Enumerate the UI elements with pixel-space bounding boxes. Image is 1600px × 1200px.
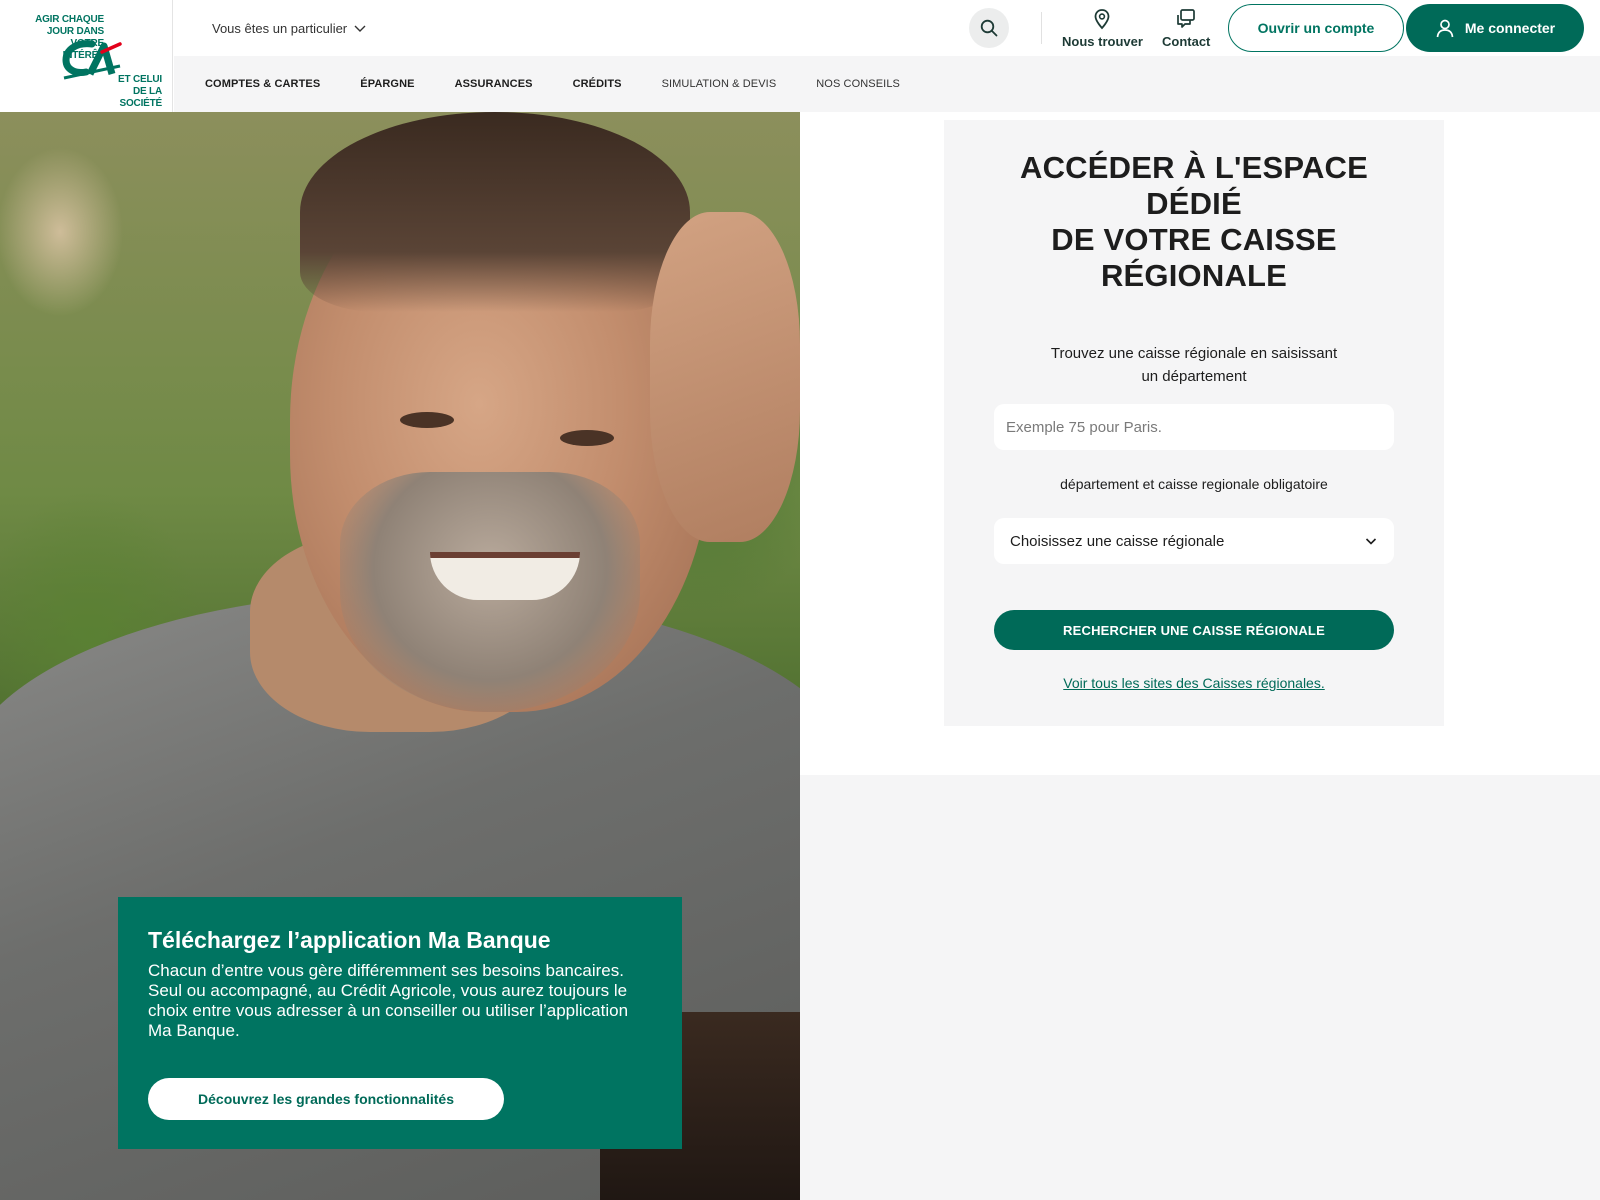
discover-features-button[interactable]: Découvrez les grandes fonctionnalités: [148, 1078, 504, 1120]
hero-person-hair: [300, 112, 690, 312]
hero-person-eye-right: [560, 430, 614, 446]
chevron-down-icon: [354, 25, 366, 32]
hero-person-hand: [650, 212, 800, 542]
search-regional-bank-button[interactable]: RECHERCHER UNE CAISSE RÉGIONALE: [994, 610, 1394, 650]
promo-text: Chacun d’entre vous gère différemment se…: [148, 961, 629, 1040]
chat-icon: [1177, 9, 1196, 28]
brand-logo[interactable]: AGIR CHAQUE JOUR DANS VOTRE INTÉRÊT ET C…: [0, 0, 173, 112]
chevron-down-icon: [1365, 538, 1377, 545]
required-note: département et caisse regionale obligato…: [1060, 476, 1328, 492]
nav-item-assurances[interactable]: ASSURANCES: [455, 78, 533, 90]
profile-switch-dropdown[interactable]: Vous êtes un particulier: [212, 18, 367, 38]
promo-title: Téléchargez l’application Ma Banque: [148, 927, 551, 953]
nav-item-epargne[interactable]: ÉPARGNE: [360, 78, 414, 90]
login-label: Me connecter: [1464, 20, 1556, 36]
open-account-button[interactable]: Ouvrir un compte: [1228, 4, 1404, 52]
app-promo-card: Téléchargez l’application Ma Banque Chac…: [118, 897, 682, 1149]
contact-link[interactable]: Contact: [1162, 8, 1210, 49]
nav-item-simulation-devis[interactable]: SIMULATION & DEVIS: [662, 78, 777, 90]
hero-person-eye-left: [400, 412, 454, 428]
user-icon: [1436, 19, 1454, 38]
login-button[interactable]: Me connecter: [1406, 4, 1584, 52]
logo-tagline-bottom: ET CELUI DE LA SOCIÉTÉ: [118, 74, 162, 109]
find-agency-link[interactable]: Nous trouver: [1062, 8, 1143, 49]
find-agency-label: Nous trouver: [1062, 34, 1143, 49]
main-nav: COMPTES & CARTES ÉPARGNE ASSURANCES CRÉD…: [174, 56, 1600, 112]
location-pin-icon: [1095, 9, 1110, 30]
profile-switch-label: Vous êtes un particulier: [212, 20, 348, 36]
finder-title: ACCÉDER À L'ESPACE DÉDIÉ DE VOTRE CAISSE…: [1020, 150, 1368, 293]
lower-panel-background: [800, 775, 1600, 1200]
finder-subtitle: Trouvez une caisse régionale en saisissa…: [1050, 345, 1338, 385]
search-button[interactable]: [969, 8, 1009, 48]
regional-bank-select-value: Choisissez une caisse régionale: [1010, 532, 1225, 550]
search-icon: [980, 19, 998, 37]
nav-item-nos-conseils[interactable]: NOS CONSEILS: [816, 78, 900, 90]
site-header: AGIR CHAQUE JOUR DANS VOTRE INTÉRÊT ET C…: [0, 0, 1600, 112]
nav-item-comptes-cartes[interactable]: COMPTES & CARTES: [205, 78, 320, 90]
department-input[interactable]: [994, 404, 1394, 450]
contact-label: Contact: [1162, 34, 1211, 49]
all-regional-sites-link[interactable]: Voir tous les sites des Caisses régional…: [944, 675, 1444, 691]
regional-bank-finder: ACCÉDER À L'ESPACE DÉDIÉ DE VOTRE CAISSE…: [944, 120, 1444, 726]
regional-bank-select[interactable]: Choisissez une caisse régionale: [994, 518, 1394, 564]
header-divider: [1041, 12, 1042, 44]
nav-item-credits[interactable]: CRÉDITS: [573, 78, 622, 90]
